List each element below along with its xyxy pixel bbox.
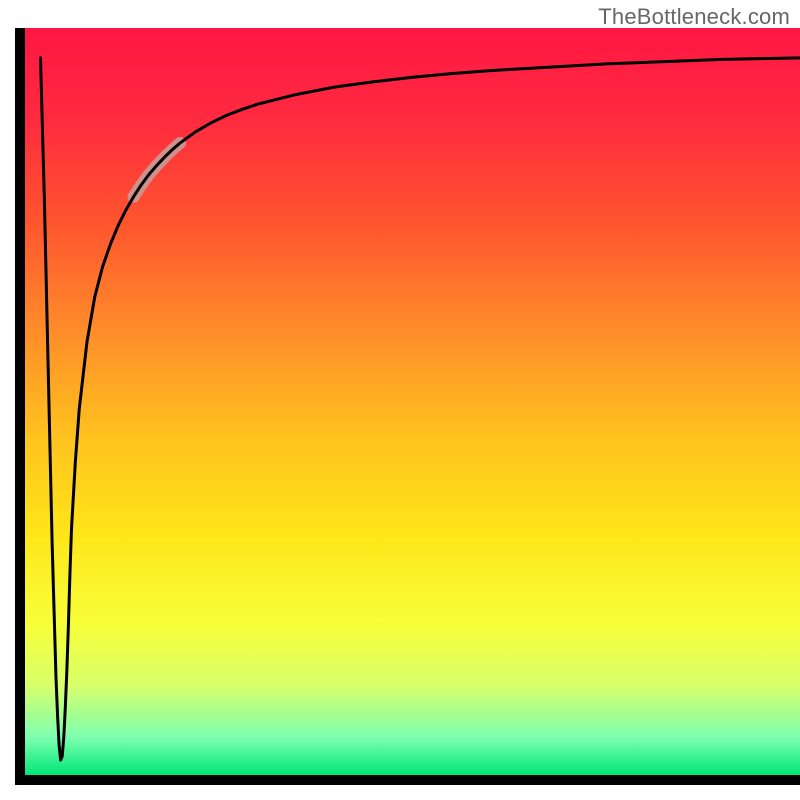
chart-container: TheBottleneck.com [0, 0, 800, 800]
attribution-watermark: TheBottleneck.com [598, 4, 790, 30]
chart-background-gradient [25, 28, 800, 775]
chart-svg [0, 0, 800, 800]
